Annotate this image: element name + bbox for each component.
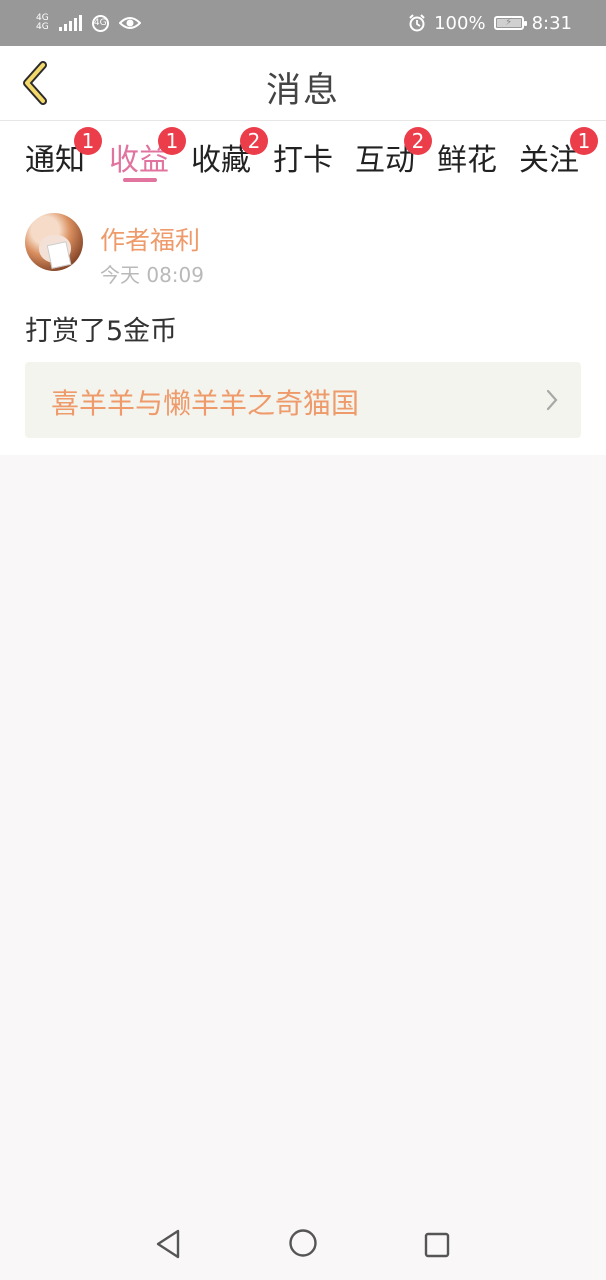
tab-bar: 通知 1 收益 1 收藏 2 打卡 互动 2 鲜花 关注 1 [0,121,606,191]
tab-badge: 1 [158,127,186,155]
status-bar-right: 100% ⚡ 8:31 [408,13,572,34]
status-bar-left: 4G 4G 4G [36,14,141,32]
tab-notifications[interactable]: 通知 1 [20,127,102,179]
header: 消息 [0,46,606,121]
status-bar: 4G 4G 4G 100% ⚡ 8:31 [0,0,606,46]
battery-percent: 100% [434,12,486,34]
data-saver-icon: 4G [91,14,109,32]
tab-flowers[interactable]: 鲜花 [432,135,502,179]
tab-badge: 2 [240,127,268,155]
tab-badge: 2 [404,127,432,155]
tab-badge: 1 [570,127,598,155]
book-title: 喜羊羊与懒羊羊之奇猫国 [51,387,360,420]
message-time: 今天 08:09 [100,263,204,287]
signal-icon [58,15,82,31]
sender-name[interactable]: 作者福利 [100,221,200,257]
book-link[interactable]: 喜羊羊与懒羊羊之奇猫国 [25,362,581,438]
tab-following[interactable]: 关注 1 [514,127,598,179]
circle-home-icon[interactable] [288,1228,318,1258]
network-type-2: 4G [36,22,49,32]
tab-favorites[interactable]: 收藏 2 [186,127,268,179]
message-text: 打赏了5金币 [25,316,178,347]
network-type: 4G 4G [36,14,49,32]
tab-earnings[interactable]: 收益 1 [104,127,186,179]
tab-label: 打卡 [273,143,333,178]
tab-checkin[interactable]: 打卡 [268,135,338,179]
alarm-icon [409,14,425,32]
square-recent-icon[interactable] [424,1232,450,1258]
eye-icon [118,17,141,29]
tab-interactions[interactable]: 互动 2 [350,127,432,179]
battery-icon: ⚡ [493,16,527,30]
page-title: 消息 [265,71,340,111]
tab-label: 关注 [519,143,579,178]
clock: 8:31 [531,12,572,34]
active-tab-indicator [123,178,157,182]
avatar[interactable] [25,213,83,271]
triangle-back-icon[interactable] [154,1228,182,1260]
message-card: 作者福利 今天 08:09 打赏了5金币 喜羊羊与懒羊羊之奇猫国 [0,191,606,455]
tab-label: 鲜花 [437,143,497,178]
data-saver-text: 4G [93,18,107,28]
chevron-right-icon [546,389,558,411]
system-nav-bar [0,1212,606,1280]
tab-badge: 1 [74,127,102,155]
